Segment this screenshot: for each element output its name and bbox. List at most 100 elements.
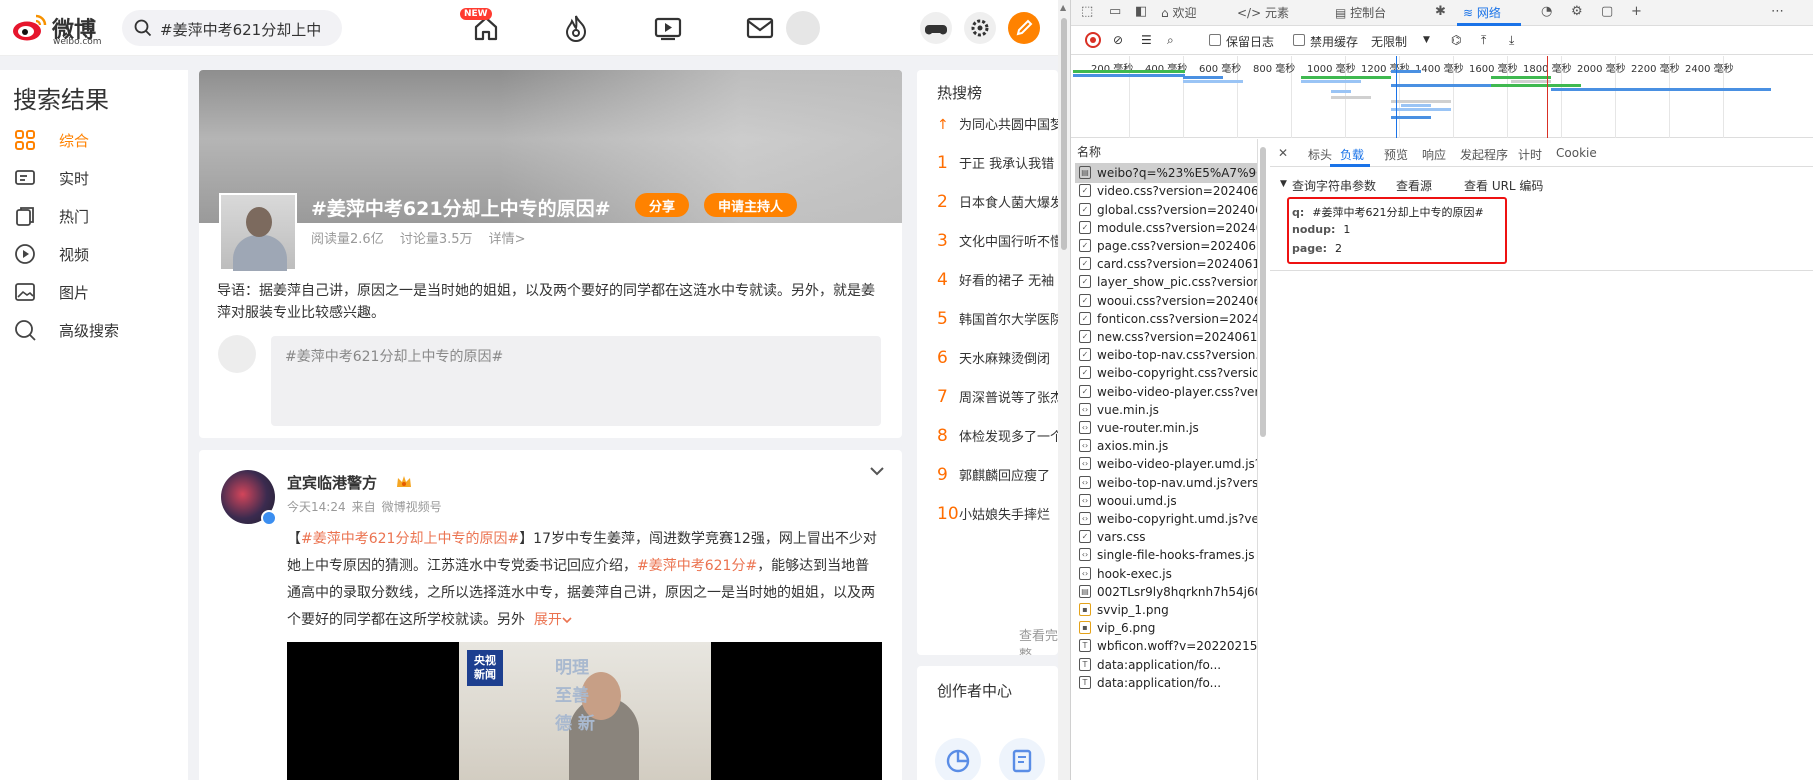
request-list-scrollbar[interactable] xyxy=(1258,139,1268,780)
left-nav-item-all[interactable]: 综合 xyxy=(0,122,188,158)
param-row-nodup[interactable]: nodup: 1 xyxy=(1292,223,1350,236)
hot-search-item[interactable]: 5 韩国首尔大学医院 xyxy=(937,309,1058,339)
query-params-header[interactable]: ▼ 查询字符串参数 查看源 查看 URL 编码 xyxy=(1280,175,1810,195)
request-row[interactable]: ‹› vue-router.min.js xyxy=(1075,418,1257,438)
hot-search-item[interactable]: 2 日本食人菌大爆发 xyxy=(937,192,1058,222)
tab-payload[interactable]: 负载 xyxy=(1340,146,1364,163)
user-avatar[interactable] xyxy=(786,11,820,45)
hot-search-item[interactable]: 10小姑娘失手摔烂 xyxy=(937,504,1058,534)
search-input[interactable]: #姜萍中考621分却上中 xyxy=(122,10,342,46)
hot-search-item[interactable]: 7 周深普说等了张杰 xyxy=(937,387,1058,417)
disable-cache-checkbox[interactable] xyxy=(1293,34,1305,46)
hot-search-more[interactable]: 查看完整 xyxy=(1019,625,1058,655)
clear-icon[interactable]: ⊘ xyxy=(1113,33,1123,47)
request-row[interactable]: ‹› axios.min.js xyxy=(1075,436,1257,456)
request-row[interactable]: ✓ new.css?version=20240611... xyxy=(1075,327,1257,347)
video-icon[interactable] xyxy=(652,12,684,44)
hot-search-item[interactable]: 6 天水麻辣烫倒闭 xyxy=(937,348,1058,378)
tab-cookie[interactable]: Cookie xyxy=(1556,146,1597,160)
hot-flame-icon[interactable] xyxy=(560,12,592,44)
details-link[interactable]: 详情> xyxy=(489,232,526,247)
close-icon[interactable]: ✕ xyxy=(1278,146,1288,160)
request-row[interactable]: ‹› hook-exec.js xyxy=(1075,564,1257,584)
post-video[interactable]: 央视 新闻 明理 至善 德 新 xyxy=(287,642,882,780)
application-icon[interactable]: ▢ xyxy=(1601,4,1613,19)
tab-initiator[interactable]: 发起程序 xyxy=(1460,146,1508,163)
hot-search-item[interactable]: 4 好看的裙子 无袖 xyxy=(937,270,1058,300)
view-url-encoded-link[interactable]: 查看 URL 编码 xyxy=(1464,177,1543,194)
request-row[interactable]: ▪ vip_6.png xyxy=(1075,618,1257,638)
request-row[interactable]: ‹› single-file-hooks-frames.js xyxy=(1075,545,1257,565)
hot-search-item[interactable]: ↑ 为同心共圆中国梦 xyxy=(937,114,1058,144)
request-row[interactable]: ‹› wooui.umd.js xyxy=(1075,491,1257,511)
request-row[interactable]: ✓ weibo-copyright.css?versio... xyxy=(1075,363,1257,383)
hot-search-item[interactable]: 1 于正 我承认我错 xyxy=(937,153,1058,183)
settings-icon[interactable] xyxy=(964,12,996,44)
left-nav-item-video[interactable]: 视频 xyxy=(0,236,188,272)
request-row[interactable]: ✓ video.css?version=2024061... xyxy=(1075,181,1257,201)
param-row-q[interactable]: q: #姜萍中考621分却上中专的原因# xyxy=(1292,204,1484,220)
request-row[interactable]: Tdata:application/fo... xyxy=(1075,673,1257,693)
name-column-header[interactable]: 名称 xyxy=(1077,143,1101,160)
device-toolbar-icon[interactable]: ▭ xyxy=(1109,4,1121,19)
apply-host-button[interactable]: 申请主持人 xyxy=(704,193,798,217)
performance-icon[interactable]: ◔ xyxy=(1541,4,1552,19)
add-tab-icon[interactable]: + xyxy=(1631,4,1642,19)
request-row[interactable]: ✓ card.css?version=20240611... xyxy=(1075,254,1257,274)
gear-icon[interactable]: ⚙ xyxy=(1571,4,1583,19)
request-row[interactable]: Tdata:application/fo... xyxy=(1075,655,1257,675)
preserve-log-checkbox[interactable] xyxy=(1209,34,1221,46)
tab-elements[interactable]: </> 元素 xyxy=(1237,4,1289,21)
import-icon[interactable]: ⤒ xyxy=(1481,33,1486,48)
request-row[interactable]: ✓ page.css?version=2024061... xyxy=(1075,236,1257,256)
more-icon[interactable]: ⋯ xyxy=(1771,4,1784,19)
record-button[interactable] xyxy=(1085,32,1101,48)
post-time[interactable]: 今天14:24 xyxy=(287,500,346,514)
request-row[interactable]: Twbficon.woff?v=20220215 xyxy=(1075,636,1257,656)
request-row[interactable]: ✓ weibo-video-player.css?ver... xyxy=(1075,382,1257,402)
inspect-icon[interactable]: ⬚ xyxy=(1081,4,1093,19)
request-row[interactable]: ▪ svvip_1.png xyxy=(1075,600,1257,620)
bug-icon[interactable]: ✱ xyxy=(1435,4,1446,19)
post-topic-link-2[interactable]: #姜萍中考621分# xyxy=(637,558,757,574)
document-icon[interactable] xyxy=(999,738,1045,780)
left-nav-item-hot[interactable]: 热门 xyxy=(0,198,188,234)
page-scrollbar[interactable]: ▲ xyxy=(1058,0,1070,780)
post-topic-link[interactable]: #姜萍中考621分却上中专的原因# xyxy=(301,531,519,547)
request-row[interactable]: ‹› weibo-copyright.umd.js?ver... xyxy=(1075,509,1257,529)
request-row[interactable]: ‹› weibo-top-nav.umd.js?versi... xyxy=(1075,473,1257,493)
left-nav-item-realtime[interactable]: 实时 xyxy=(0,160,188,196)
dropdown-arrow-icon[interactable]: ▼ xyxy=(1423,35,1430,45)
request-row[interactable]: ‹› weibo-video-player.umd.js?... xyxy=(1075,454,1257,474)
tab-timing[interactable]: 计时 xyxy=(1518,146,1542,163)
expand-link[interactable]: 展开 xyxy=(534,612,572,628)
network-conditions-icon[interactable]: ⌬ xyxy=(1451,33,1461,47)
throttle-select[interactable]: 无限制 xyxy=(1371,33,1407,50)
compose-icon[interactable] xyxy=(1008,12,1040,44)
post-author-name[interactable]: 宜宾临港警方 xyxy=(287,472,377,493)
tab-console[interactable]: ▤ 控制台 xyxy=(1335,4,1386,21)
chevron-down-icon[interactable] xyxy=(869,466,885,476)
search-icon[interactable]: ⌕ xyxy=(1167,33,1174,48)
request-row[interactable]: ✓ vars.css xyxy=(1075,527,1257,547)
param-row-page[interactable]: page: 2 xyxy=(1292,242,1342,255)
request-row[interactable]: ✓ global.css?version=202406... xyxy=(1075,200,1257,220)
post-source[interactable]: 微博视频号 xyxy=(382,500,442,514)
hot-search-item[interactable]: 9 郭麒麟回应瘦了 xyxy=(937,465,1058,495)
view-source-link[interactable]: 查看源 xyxy=(1396,177,1432,194)
topic-thumbnail[interactable] xyxy=(219,193,297,271)
tab-response[interactable]: 响应 xyxy=(1422,146,1446,163)
left-nav-item-advanced-search[interactable]: 高级搜索 xyxy=(0,312,188,348)
dock-icon[interactable]: ◧ xyxy=(1135,4,1147,19)
comment-input[interactable]: #姜萍中考621分却上中专的原因# xyxy=(271,336,881,426)
request-row[interactable]: ▤ weibo?q=%23%E5%A7%9C... xyxy=(1075,163,1257,184)
filter-icon[interactable]: ☰ xyxy=(1141,33,1152,47)
export-icon[interactable]: ⤓ xyxy=(1509,33,1514,48)
topic-title[interactable]: #姜萍中考621分却上中专的原因# xyxy=(311,194,611,221)
tab-headers[interactable]: 标头 xyxy=(1308,146,1332,163)
left-nav-item-image[interactable]: 图片 xyxy=(0,274,188,310)
game-icon[interactable] xyxy=(920,12,952,44)
request-row[interactable]: ▤ 002TLsr9ly8hqrknh7h54j60... xyxy=(1075,582,1257,602)
request-row[interactable]: ✓ fonticon.css?version=20240... xyxy=(1075,309,1257,329)
hot-search-item[interactable]: 8 体检发现多了一个 xyxy=(937,426,1058,456)
